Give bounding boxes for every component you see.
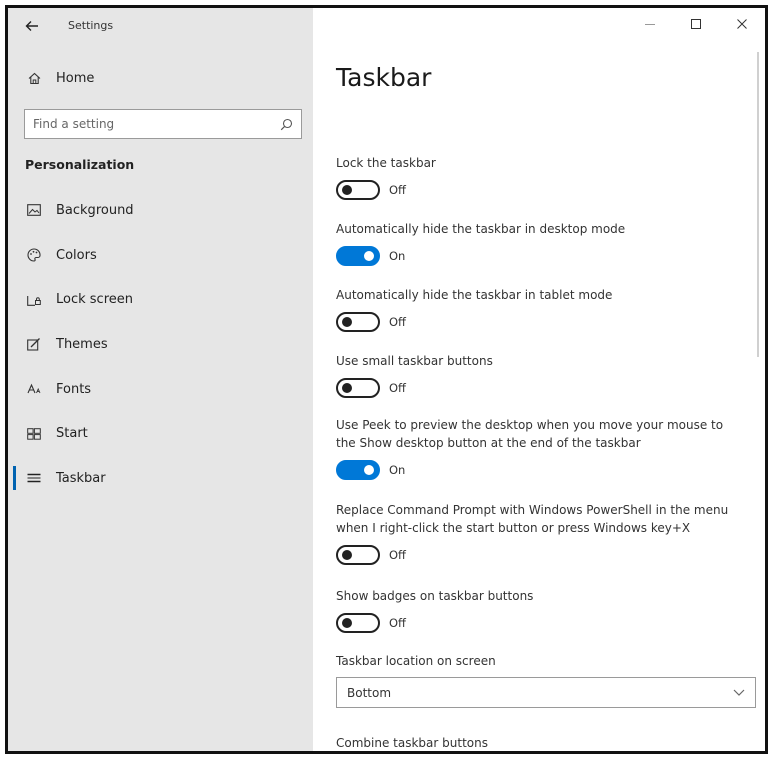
toggle-state: Off	[389, 381, 406, 395]
window-controls	[627, 8, 765, 44]
location-label: Taskbar location on screen	[336, 654, 496, 668]
search-box[interactable]	[24, 109, 302, 139]
sidebar-item-label: Colors	[56, 247, 97, 263]
minimize-icon	[645, 24, 655, 25]
sidebar-item-label: Fonts	[56, 381, 92, 397]
setting-autohide-desktop: Automatically hide the taskbar in deskto…	[336, 220, 746, 266]
sidebar: Settings Home Personalization	[8, 8, 313, 751]
toggle-autohide-tablet[interactable]	[336, 312, 380, 332]
setting-label: Use Peek to preview the desktop when you…	[336, 418, 724, 450]
back-button[interactable]	[20, 14, 44, 38]
toggle-state: Off	[389, 616, 406, 630]
setting-label: Show badges on taskbar buttons	[336, 589, 534, 603]
setting-lock-taskbar: Lock the taskbar Off	[336, 154, 746, 200]
home-label: Home	[56, 70, 95, 86]
title-bar: Settings	[8, 8, 313, 44]
setting-label: Replace Command Prompt with Windows Powe…	[336, 503, 729, 535]
settings-window: Settings Home Personalization	[5, 5, 768, 754]
image-icon	[26, 202, 42, 218]
toggle-autohide-desktop[interactable]	[336, 246, 380, 266]
toggle-state: Off	[389, 548, 406, 562]
maximize-icon	[691, 19, 701, 29]
scrollbar[interactable]	[757, 52, 759, 357]
toggle-small-buttons[interactable]	[336, 378, 380, 398]
sidebar-item-themes[interactable]: Themes	[8, 322, 313, 367]
taskbar-icon	[26, 470, 42, 486]
toggle-state: On	[389, 249, 406, 263]
sidebar-item-background[interactable]: Background	[8, 188, 313, 233]
section-header: Personalization	[25, 157, 135, 172]
fonts-icon	[26, 381, 42, 397]
app-title: Settings	[68, 19, 114, 32]
toggle-state: Off	[389, 183, 406, 197]
taskbar-location-dropdown[interactable]: Bottom	[336, 677, 756, 708]
setting-label: Lock the taskbar	[336, 156, 436, 170]
sidebar-item-label: Themes	[56, 336, 108, 352]
setting-small-buttons: Use small taskbar buttons Off	[336, 352, 746, 398]
sidebar-item-taskbar[interactable]: Taskbar	[8, 456, 313, 501]
sidebar-item-label: Background	[56, 202, 134, 218]
sidebar-item-label: Lock screen	[56, 292, 133, 308]
toggle-powershell[interactable]	[336, 545, 380, 565]
toggle-peek[interactable]	[336, 460, 380, 480]
setting-powershell: Replace Command Prompt with Windows Powe…	[336, 501, 746, 565]
sidebar-item-start[interactable]: Start	[8, 411, 313, 456]
close-icon	[737, 19, 747, 29]
sidebar-item-lock-screen[interactable]: Lock screen	[8, 277, 313, 322]
lock-screen-icon	[26, 292, 42, 308]
toggle-state: Off	[389, 315, 406, 329]
home-icon	[26, 70, 42, 86]
setting-autohide-tablet: Automatically hide the taskbar in tablet…	[336, 286, 746, 332]
toggle-lock-taskbar[interactable]	[336, 180, 380, 200]
page-title: Taskbar	[336, 63, 432, 92]
maximize-button[interactable]	[673, 8, 719, 40]
themes-icon	[26, 336, 42, 352]
sidebar-item-label: Start	[56, 426, 88, 442]
setting-label: Automatically hide the taskbar in deskto…	[336, 222, 626, 236]
toggle-state: On	[389, 463, 406, 477]
chevron-down-icon	[733, 689, 745, 696]
nav-list: Background Colors Lock screen Themes Fon…	[8, 188, 313, 501]
setting-peek: Use Peek to preview the desktop when you…	[336, 416, 746, 480]
setting-label: Automatically hide the taskbar in tablet…	[336, 288, 613, 302]
sidebar-item-fonts[interactable]: Fonts	[8, 367, 313, 412]
minimize-button[interactable]	[627, 8, 673, 40]
search-input[interactable]	[33, 117, 280, 131]
sidebar-item-colors[interactable]: Colors	[8, 233, 313, 278]
start-icon	[26, 426, 42, 442]
setting-badges: Show badges on taskbar buttons Off	[336, 587, 746, 633]
dropdown-value: Bottom	[347, 685, 392, 700]
search-icon[interactable]	[280, 118, 293, 131]
setting-label: Use small taskbar buttons	[336, 354, 493, 368]
sidebar-item-label: Taskbar	[56, 470, 106, 486]
palette-icon	[26, 247, 42, 263]
sidebar-item-home[interactable]: Home	[8, 60, 313, 96]
back-arrow-icon	[25, 21, 38, 31]
combine-buttons-label: Combine taskbar buttons	[336, 736, 488, 750]
toggle-badges[interactable]	[336, 613, 380, 633]
close-button[interactable]	[719, 8, 765, 40]
content-pane: Taskbar Lock the taskbar Off Automatical…	[313, 8, 765, 751]
